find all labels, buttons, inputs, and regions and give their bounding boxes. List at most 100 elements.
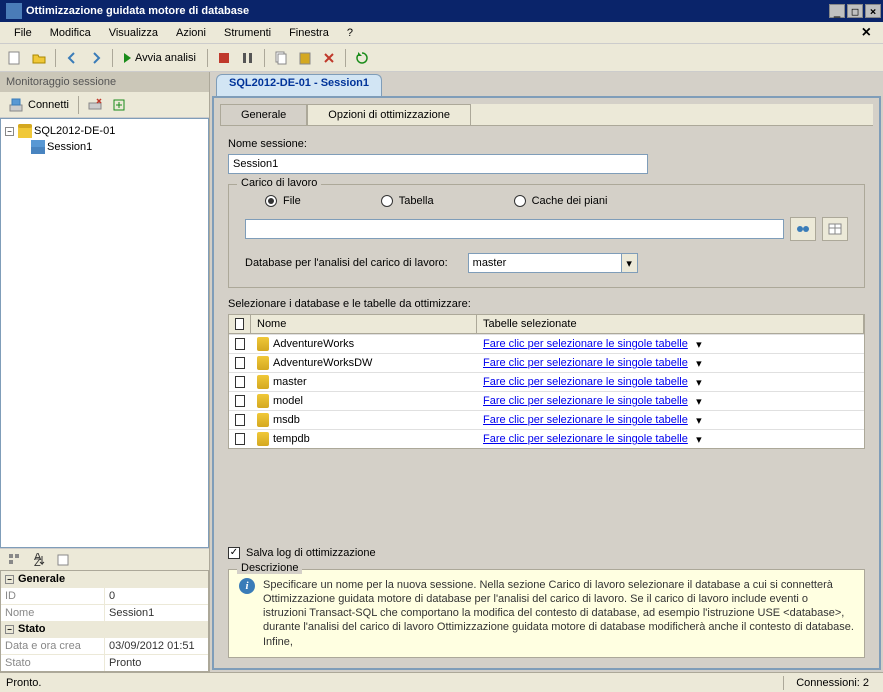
row-checkbox[interactable]	[229, 393, 251, 409]
browse-table-button[interactable]	[822, 217, 848, 241]
row-select-tables[interactable]: Fare clic per selezionare le singole tab…	[477, 392, 864, 410]
radio-file[interactable]: File	[265, 195, 301, 207]
menu-tools[interactable]: Strumenti	[216, 25, 279, 41]
row-checkbox[interactable]	[229, 431, 251, 447]
start-analysis-button[interactable]: Avvia analisi	[118, 52, 202, 64]
stop-button[interactable]	[213, 47, 235, 69]
chevron-down-icon[interactable]: ▾	[692, 375, 706, 389]
prop-state-label: Stato	[18, 623, 46, 635]
row-name: master	[251, 373, 477, 391]
row-select-tables[interactable]: Fare clic per selezionare le singole tab…	[477, 354, 864, 372]
maximize-button[interactable]: □	[847, 4, 863, 18]
database-table: Nome Tabelle selezionate AdventureWorks F…	[228, 314, 865, 449]
inner-tabs: Generale Opzioni di ottimizzazione	[220, 104, 873, 126]
prop-date-val: 03/09/2012 01:51	[105, 638, 208, 654]
header-selected[interactable]: Tabelle selezionate	[477, 315, 864, 333]
select-tables-link[interactable]: Fare clic per selezionare le singole tab…	[483, 357, 688, 369]
import-icon[interactable]	[108, 94, 130, 116]
nav-back-icon[interactable]	[61, 47, 83, 69]
disconnect-icon[interactable]	[84, 94, 106, 116]
menu-view[interactable]: Visualizza	[101, 25, 166, 41]
collapse-icon[interactable]: −	[5, 575, 14, 584]
row-checkbox[interactable]	[229, 412, 251, 428]
select-tables-link[interactable]: Fare clic per selezionare le singole tab…	[483, 433, 688, 445]
radio-plan-cache[interactable]: Cache dei piani	[514, 195, 608, 207]
menu-help[interactable]: ?	[339, 25, 361, 41]
chevron-down-icon: ▾	[621, 254, 637, 272]
workload-file-input[interactable]	[245, 219, 784, 239]
workload-db-combo[interactable]: master ▾	[468, 253, 638, 273]
menu-actions[interactable]: Azioni	[168, 25, 214, 41]
tree-session-node[interactable]: Session1	[31, 139, 204, 155]
main-panel: SQL2012-DE-01 - Session1 Generale Opzion…	[210, 72, 883, 672]
header-name[interactable]: Nome	[251, 315, 477, 333]
radio-table[interactable]: Tabella	[381, 195, 434, 207]
pause-icon[interactable]	[237, 47, 259, 69]
save-log-checkbox[interactable]	[228, 547, 240, 559]
checkbox-icon	[235, 433, 245, 445]
collapse-icon[interactable]: −	[5, 625, 14, 634]
description-box: Descrizione i Specificare un nome per la…	[228, 569, 865, 658]
row-name: AdventureWorks	[251, 335, 477, 353]
table-icon	[827, 221, 843, 237]
table-row: AdventureWorksDWFare clic per selezionar…	[229, 353, 864, 372]
row-name: tempdb	[251, 430, 477, 448]
paste-icon[interactable]	[294, 47, 316, 69]
chevron-down-icon[interactable]: ▾	[692, 413, 706, 427]
session-icon	[31, 140, 45, 154]
props-icon[interactable]	[52, 549, 74, 571]
prop-section-general[interactable]: − Generale	[1, 571, 208, 587]
row-checkbox[interactable]	[229, 374, 251, 390]
table-row: AdventureWorks Fare clic per selezionare …	[229, 334, 864, 353]
copy-icon[interactable]	[270, 47, 292, 69]
prop-name-val: Session1	[105, 605, 208, 621]
session-name-input[interactable]	[228, 154, 648, 174]
menu-file[interactable]: File	[6, 25, 40, 41]
select-tables-link[interactable]: Fare clic per selezionare le singole tab…	[483, 395, 688, 407]
radio-cache-label: Cache dei piani	[532, 195, 608, 207]
chevron-down-icon[interactable]: ▾	[692, 356, 706, 370]
close-button[interactable]: ×	[865, 4, 881, 18]
session-tree[interactable]: − SQL2012-DE-01 Session1	[0, 118, 209, 548]
tab-general[interactable]: Generale	[220, 104, 307, 125]
connect-button[interactable]: Connetti	[4, 97, 73, 113]
nav-fwd-icon[interactable]	[85, 47, 107, 69]
document-tab[interactable]: SQL2012-DE-01 - Session1	[216, 74, 382, 96]
database-icon	[257, 432, 269, 446]
menu-edit[interactable]: Modifica	[42, 25, 99, 41]
database-icon	[257, 394, 269, 408]
prop-date-key: Data e ora crea	[1, 638, 105, 654]
header-check-all[interactable]	[229, 315, 251, 333]
menu-close-icon[interactable]: ×	[856, 24, 877, 42]
row-select-tables[interactable]: Fare clic per selezionare le singole tab…	[477, 430, 864, 448]
open-icon[interactable]	[28, 47, 50, 69]
refresh-icon[interactable]	[351, 47, 373, 69]
prop-section-state[interactable]: − Stato	[1, 621, 208, 637]
statusbar: Pronto. Connessioni: 2	[0, 672, 883, 692]
new-session-icon[interactable]	[4, 47, 26, 69]
collapse-icon[interactable]: −	[5, 127, 14, 136]
menu-window[interactable]: Finestra	[281, 25, 337, 41]
row-checkbox[interactable]	[229, 355, 251, 371]
checkbox-icon	[235, 376, 245, 388]
minimize-button[interactable]: _	[829, 4, 845, 18]
row-select-tables[interactable]: Fare clic per selezionare le singole tab…	[477, 335, 864, 353]
chevron-down-icon[interactable]: ▾	[692, 337, 706, 351]
sort-icon[interactable]: AZ	[28, 549, 50, 571]
select-tables-link[interactable]: Fare clic per selezionare le singole tab…	[483, 414, 688, 426]
workload-group-title: Carico di lavoro	[237, 177, 321, 189]
select-tables-link[interactable]: Fare clic per selezionare le singole tab…	[483, 376, 688, 388]
tree-server-node[interactable]: − SQL2012-DE-01	[5, 123, 204, 139]
row-select-tables[interactable]: Fare clic per selezionare le singole tab…	[477, 411, 864, 429]
server-label: SQL2012-DE-01	[34, 125, 115, 137]
select-tables-link[interactable]: Fare clic per selezionare le singole tab…	[483, 338, 688, 350]
tab-options[interactable]: Opzioni di ottimizzazione	[307, 104, 471, 125]
categorize-icon[interactable]	[4, 549, 26, 571]
table-row: tempdb Fare clic per selezionare le singo…	[229, 429, 864, 448]
browse-file-button[interactable]	[790, 217, 816, 241]
row-checkbox[interactable]	[229, 336, 251, 352]
delete-icon[interactable]	[318, 47, 340, 69]
row-select-tables[interactable]: Fare clic per selezionare le singole tab…	[477, 373, 864, 391]
chevron-down-icon[interactable]: ▾	[692, 394, 706, 408]
chevron-down-icon[interactable]: ▾	[692, 432, 706, 446]
